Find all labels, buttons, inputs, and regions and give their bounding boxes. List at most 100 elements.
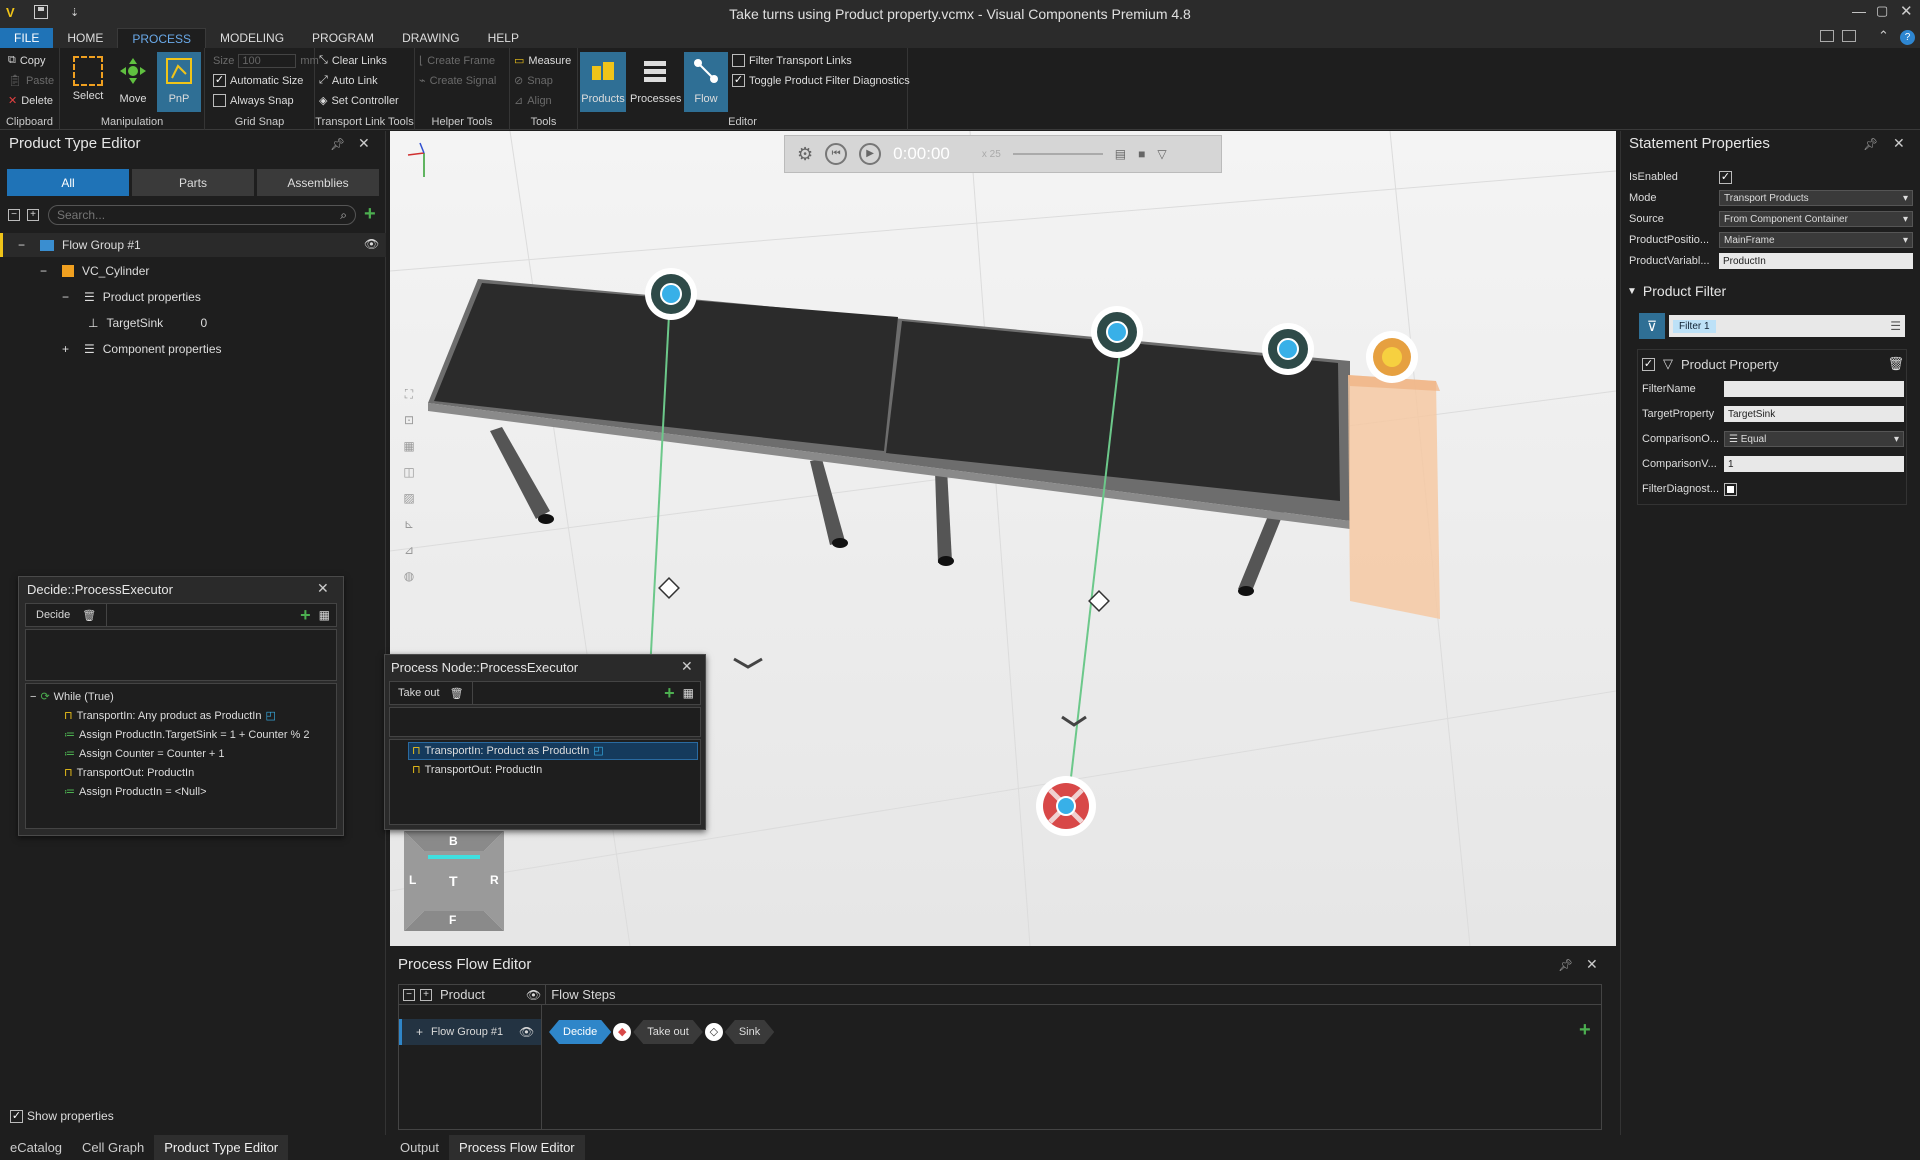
search-input[interactable] — [57, 208, 317, 222]
menu-modeling[interactable]: MODELING — [206, 28, 298, 48]
tree-component-properties[interactable]: + ☰ Component properties — [62, 338, 222, 360]
render-mode-icon[interactable]: ▨ — [400, 485, 418, 511]
tree-vc-cylinder[interactable]: − VC_Cylinder — [40, 260, 149, 282]
transport-node-icon[interactable]: ◇ — [704, 1023, 723, 1041]
filter-icon[interactable]: ▽ — [1157, 147, 1166, 161]
menu-process[interactable]: PROCESS — [117, 28, 207, 48]
tab-decide[interactable]: Decide 🗑︎ — [26, 604, 108, 626]
size-input[interactable]: 100 — [238, 54, 297, 68]
product-variable-field[interactable]: ProductIn — [1719, 253, 1913, 269]
nav-cube-top[interactable]: T — [449, 873, 458, 889]
source-dropdown[interactable]: From Component Container ▾ — [1719, 211, 1913, 227]
tab-process-flow-editor[interactable]: Process Flow Editor — [449, 1135, 585, 1160]
products-button[interactable]: Products — [580, 52, 626, 112]
trash-icon[interactable]: 🗑︎ — [1887, 356, 1904, 372]
shading-icon[interactable]: ◍ — [400, 563, 418, 589]
statement-transport-out[interactable]: ⊓ TransportOut: ProductIn — [64, 766, 194, 780]
pdf-export-icon[interactable]: ▤ — [1115, 147, 1126, 161]
product-position-dropdown[interactable]: MainFrame ▾ — [1719, 232, 1913, 248]
collapse-icon[interactable]: − — [30, 691, 36, 703]
collapse-ribbon-icon[interactable]: ⌃ — [1878, 28, 1889, 44]
measure-view-icon[interactable]: ⊿ — [400, 537, 418, 563]
pnp-button[interactable]: PnP — [157, 52, 201, 112]
add-product-icon[interactable]: + — [364, 203, 376, 226]
close-icon[interactable]: ✕ — [1586, 956, 1598, 973]
zoom-extent-icon[interactable]: ⊡ — [400, 407, 418, 433]
nav-cube-left[interactable]: L — [409, 873, 416, 887]
is-enabled-checkbox[interactable]: ✓ — [1719, 170, 1732, 184]
search-icon[interactable]: ⌕ — [340, 208, 347, 223]
decision-node-icon[interactable]: ◆ — [613, 1023, 632, 1041]
mode-dropdown[interactable]: Transport Products ▾ — [1719, 190, 1913, 206]
statement-assign-null[interactable]: ≔ Assign ProductIn = <Null> — [64, 785, 207, 799]
menu-icon[interactable]: ☰ — [1890, 319, 1901, 333]
tab-all[interactable]: All — [7, 169, 129, 196]
pin-icon[interactable]: 📌︎ — [1863, 137, 1878, 151]
help-icon[interactable]: ? — [1900, 30, 1915, 45]
maximize-button[interactable]: ▢ — [1876, 3, 1888, 19]
collapse-icon[interactable]: − — [62, 290, 76, 304]
video-record-icon[interactable]: ■ — [1138, 147, 1145, 161]
flow-group-row[interactable]: + Flow Group #1 👁︎ — [399, 1019, 541, 1045]
add-flow-step-icon[interactable]: + — [1579, 1019, 1591, 1042]
view-mode-icon[interactable]: ▦ — [400, 433, 418, 459]
size-field[interactable]: Size 100 mm — [213, 54, 319, 68]
add-statement-icon[interactable]: + — [664, 683, 675, 704]
add-statement-icon[interactable]: + — [300, 605, 311, 626]
auto-link-button[interactable]: ⤢ Auto Link — [319, 74, 378, 87]
add-filter-icon[interactable]: ⊽ — [1639, 313, 1665, 339]
statement-assign-target[interactable]: ≔ Assign ProductIn.TargetSink = 1 + Count… — [64, 728, 310, 742]
menu-file[interactable]: FILE — [0, 28, 54, 48]
menu-program[interactable]: PROGRAM — [298, 28, 388, 48]
comparison-value-field[interactable]: 1 — [1724, 456, 1904, 472]
collapse-all-icon[interactable]: − — [8, 209, 20, 221]
statement-transport-in[interactable]: ⊓ TransportIn: Any product as ProductIn ◰ — [64, 709, 276, 723]
tab-product-type-editor[interactable]: Product Type Editor — [154, 1135, 289, 1160]
settings-gear-icon[interactable]: ⚙ — [797, 144, 813, 165]
automatic-size-checkbox[interactable]: ✓ Automatic Size — [213, 74, 303, 87]
menu-home[interactable]: HOME — [53, 28, 117, 48]
flow-step-take-out[interactable]: Take out — [633, 1020, 703, 1044]
pin-icon[interactable]: 📌︎ — [330, 137, 345, 151]
close-icon[interactable]: ✕ — [681, 658, 693, 675]
expand-all-icon[interactable]: + — [27, 209, 39, 221]
close-icon[interactable]: ✕ — [317, 580, 329, 597]
tab-output[interactable]: Output — [390, 1135, 449, 1160]
trash-icon[interactable]: 🗑︎ — [450, 687, 464, 700]
statement-while[interactable]: − ⟳ While (True) — [30, 690, 114, 704]
target-property-field[interactable]: TargetSink — [1724, 406, 1904, 422]
collapse-icon[interactable]: − — [18, 238, 32, 252]
statement-transport-in[interactable]: ⊓ TransportIn: Product as ProductIn ◰ — [412, 744, 604, 758]
tree-product-properties[interactable]: − ☰ Product properties — [62, 286, 201, 308]
menu-help[interactable]: HELP — [474, 28, 533, 48]
pin-icon[interactable]: 📌︎ — [1558, 958, 1573, 972]
create-frame-button[interactable]: ⌊ Create Frame — [419, 54, 495, 68]
filter-name-field[interactable] — [1724, 381, 1904, 397]
tab-assemblies[interactable]: Assemblies — [257, 169, 379, 196]
move-button[interactable]: Move — [111, 52, 155, 112]
filter-enabled-checkbox[interactable]: ✓ — [1642, 357, 1655, 371]
select-button[interactable]: Select — [66, 52, 110, 112]
speed-slider[interactable] — [1012, 153, 1103, 155]
tree-flow-group[interactable]: − Flow Group #1 — [18, 234, 141, 256]
trash-icon[interactable]: 🗑︎ — [82, 609, 96, 622]
comparison-operator-dropdown[interactable]: ☰ Equal ▾ — [1724, 431, 1904, 447]
filter-transport-links-checkbox[interactable]: Filter Transport Links — [732, 54, 852, 67]
flow-step-decide[interactable]: Decide — [549, 1020, 611, 1044]
statement-drop-area[interactable] — [389, 707, 701, 737]
copy-button[interactable]: ⧉ Copy — [8, 54, 46, 67]
flow-button[interactable]: Flow — [684, 52, 728, 112]
window-layout-icon[interactable] — [1842, 30, 1856, 42]
navigation-cube[interactable]: B L T R F — [404, 831, 504, 931]
visibility-eye-icon[interactable]: 👁︎ — [519, 1025, 534, 1039]
box-view-icon[interactable]: ◫ — [400, 459, 418, 485]
fit-view-icon[interactable]: ⛶ — [400, 381, 418, 407]
always-snap-checkbox[interactable]: Always Snap — [213, 94, 294, 107]
collapse-all-icon[interactable]: − — [403, 988, 415, 1001]
set-controller-button[interactable]: ◈ Set Controller — [319, 94, 399, 108]
nav-cube-front[interactable]: F — [449, 913, 456, 927]
close-icon[interactable]: ✕ — [358, 135, 370, 152]
reset-icon[interactable]: ⏮ — [825, 143, 848, 165]
flow-step-sink[interactable]: Sink — [725, 1020, 774, 1044]
layout-icon[interactable] — [1820, 30, 1834, 42]
